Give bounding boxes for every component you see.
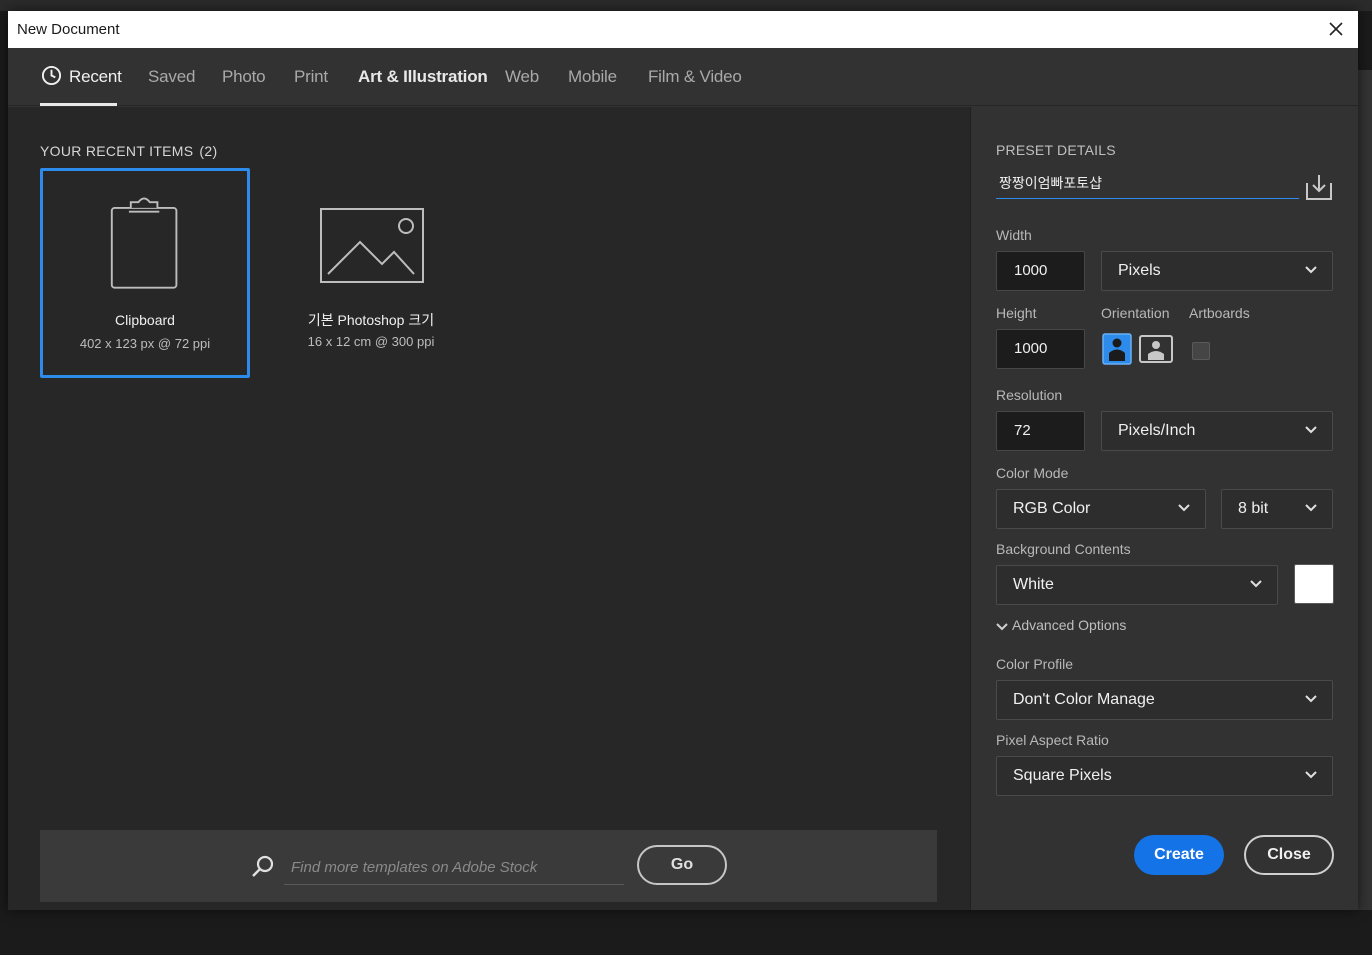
- background-app-panel: [1358, 70, 1372, 910]
- bit-depth-value: 8 bit: [1238, 500, 1269, 517]
- resolution-unit-select[interactable]: Pixels/Inch: [1101, 411, 1333, 451]
- chevron-down-icon: [1305, 426, 1317, 434]
- color-mode-value: RGB Color: [1013, 500, 1091, 517]
- chevron-down-icon: [1305, 695, 1317, 703]
- active-tab-indicator: [40, 103, 117, 106]
- artboards-checkbox[interactable]: [1192, 342, 1210, 360]
- artboards-label: Artboards: [1189, 305, 1250, 321]
- color-profile-label: Color Profile: [996, 656, 1074, 672]
- color-mode-label: Color Mode: [996, 465, 1069, 481]
- recent-item-name: Clipboard: [115, 312, 175, 328]
- title-bar: New Document: [8, 11, 1358, 48]
- clock-icon: [41, 65, 62, 86]
- tab-film-video[interactable]: Film & Video: [648, 67, 742, 87]
- tab-recent[interactable]: Recent: [69, 67, 122, 87]
- tab-web[interactable]: Web: [505, 67, 539, 87]
- background-color-swatch[interactable]: [1294, 564, 1334, 604]
- background-contents-select[interactable]: White: [996, 565, 1278, 605]
- new-document-dialog: New Document Recent Saved Photo Print Ar…: [8, 11, 1358, 910]
- recent-item-meta: 16 x 12 cm @ 300 ppi: [307, 334, 435, 349]
- width-unit-value: Pixels: [1118, 262, 1161, 279]
- recent-item-meta: 402 x 123 px @ 72 ppi: [79, 336, 211, 351]
- recent-items-heading: YOUR RECENT ITEMS (2): [40, 143, 217, 159]
- chevron-down-icon: [1178, 504, 1190, 512]
- go-button[interactable]: Go: [637, 845, 727, 885]
- recent-items-count: (2): [199, 143, 218, 159]
- search-icon: [252, 855, 274, 877]
- recent-item-name: 기본 Photoshop 크기: [307, 312, 435, 328]
- recent-item-default-size[interactable]: 기본 Photoshop 크기 16 x 12 cm @ 300 ppi: [266, 168, 476, 378]
- stock-search-input[interactable]: [284, 850, 624, 885]
- close-button[interactable]: Close: [1244, 835, 1334, 875]
- preset-name-field[interactable]: 짱짱이엄빠포토샵: [996, 169, 1299, 199]
- pixel-aspect-ratio-value: Square Pixels: [1013, 767, 1112, 784]
- advanced-options-toggle[interactable]: Advanced Options: [996, 617, 1126, 633]
- image-placeholder-icon: [320, 208, 424, 283]
- orientation-label: Orientation: [1101, 305, 1170, 321]
- width-unit-select[interactable]: Pixels: [1101, 251, 1333, 291]
- chevron-down-icon: [1305, 504, 1317, 512]
- resolution-input[interactable]: 72: [996, 411, 1085, 451]
- bit-depth-select[interactable]: 8 bit: [1221, 489, 1333, 529]
- portrait-orientation-icon[interactable]: [1102, 333, 1132, 365]
- tab-photo[interactable]: Photo: [222, 67, 266, 87]
- width-label: Width: [996, 227, 1032, 243]
- recent-items-title: YOUR RECENT ITEMS: [40, 143, 194, 159]
- save-preset-icon[interactable]: [1304, 173, 1334, 201]
- category-tabs: Recent Saved Photo Print Art & Illustrat…: [8, 48, 1358, 106]
- color-mode-select[interactable]: RGB Color: [996, 489, 1206, 529]
- chevron-down-icon: [1250, 580, 1262, 588]
- advanced-options-label: Advanced Options: [1012, 617, 1127, 633]
- recent-item-clipboard[interactable]: Clipboard 402 x 123 px @ 72 ppi: [40, 168, 250, 378]
- preset-details-pane: PRESET DETAILS 짱짱이엄빠포토샵 Width 1000 Pixel…: [970, 107, 1358, 910]
- chevron-down-icon: [996, 623, 1008, 631]
- pixel-aspect-ratio-select[interactable]: Square Pixels: [996, 756, 1333, 796]
- tab-print[interactable]: Print: [294, 67, 328, 87]
- tab-saved[interactable]: Saved: [148, 67, 195, 87]
- tab-art-illustration[interactable]: Art & Illustration: [358, 67, 488, 87]
- preset-details-heading: PRESET DETAILS: [996, 142, 1116, 158]
- resolution-unit-value: Pixels/Inch: [1118, 422, 1196, 439]
- color-profile-select[interactable]: Don't Color Manage: [996, 680, 1333, 720]
- dialog-title: New Document: [17, 21, 120, 38]
- background-contents-label: Background Contents: [996, 541, 1131, 557]
- height-input[interactable]: 1000: [996, 329, 1085, 369]
- recent-items-pane: YOUR RECENT ITEMS (2) Clipboard 402 x 123…: [8, 107, 970, 910]
- adobe-stock-search-bar: Go: [40, 830, 937, 902]
- pixel-aspect-ratio-label: Pixel Aspect Ratio: [996, 732, 1109, 748]
- width-input[interactable]: 1000: [996, 251, 1085, 291]
- create-button[interactable]: Create: [1134, 835, 1224, 875]
- resolution-label: Resolution: [996, 387, 1063, 403]
- tab-mobile[interactable]: Mobile: [568, 67, 617, 87]
- chevron-down-icon: [1305, 266, 1317, 274]
- close-icon[interactable]: [1322, 15, 1350, 43]
- landscape-orientation-icon[interactable]: [1139, 335, 1173, 363]
- color-profile-value: Don't Color Manage: [1013, 691, 1155, 708]
- chevron-down-icon: [1305, 771, 1317, 779]
- background-app: [0, 0, 1372, 11]
- background-contents-value: White: [1013, 576, 1054, 593]
- clipboard-icon: [110, 197, 178, 289]
- height-label: Height: [996, 305, 1037, 321]
